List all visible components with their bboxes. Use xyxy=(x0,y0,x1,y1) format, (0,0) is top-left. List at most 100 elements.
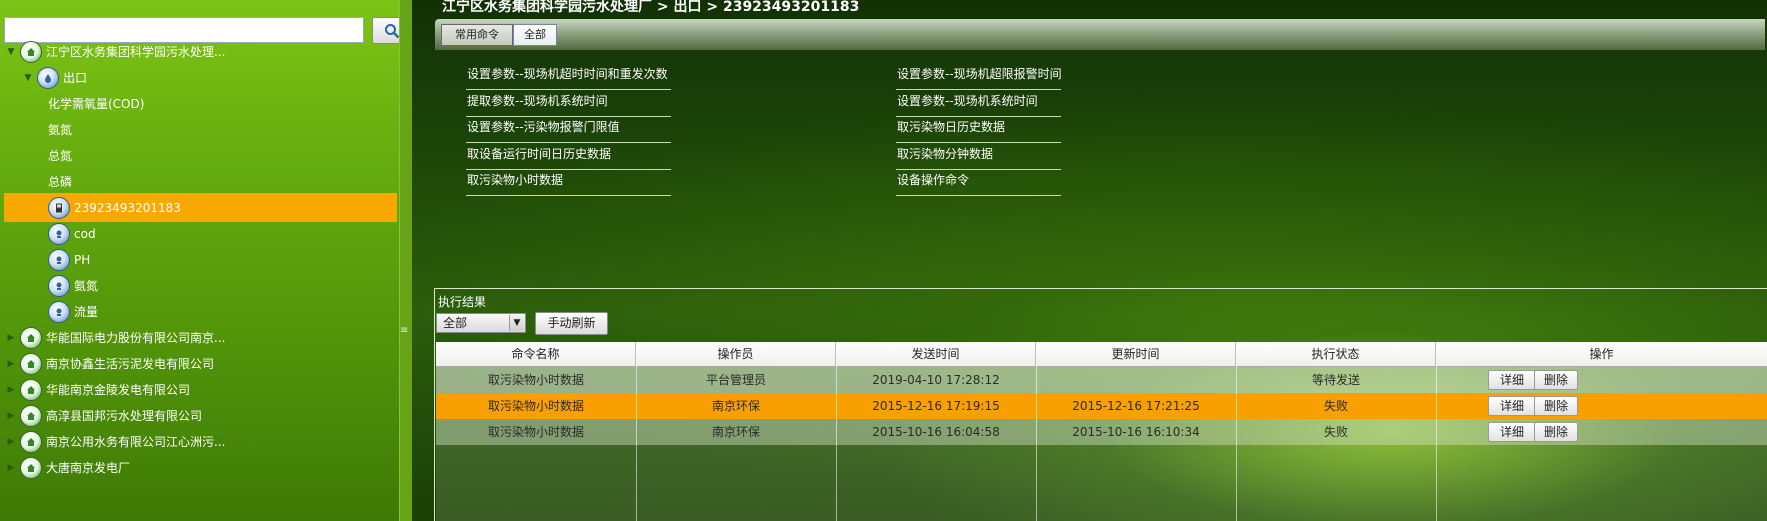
command-link[interactable]: 取设备运行时间日历史数据 xyxy=(466,145,671,170)
sensor-icon xyxy=(48,300,70,323)
column-header[interactable]: 执行状态 xyxy=(1236,342,1436,367)
tree-item-label: 高淳县国邦污水处理有限公司 xyxy=(46,409,203,423)
tab-all[interactable]: 全部 xyxy=(513,24,557,46)
column-divider xyxy=(1036,342,1037,521)
command-link[interactable]: 设置参数--现场机超限报警时间 xyxy=(896,65,1062,90)
command-link[interactable]: 取污染物日历史数据 xyxy=(896,118,1061,143)
tree-item-label: 江宁区水务集团科学园污水处理... xyxy=(46,45,226,59)
dropdown-arrow-icon[interactable]: ▼ xyxy=(509,315,524,331)
tree-item-label: 南京协鑫生活污泥发电有限公司 xyxy=(46,357,215,371)
cell-sent: 2015-10-16 16:04:58 xyxy=(872,425,1000,439)
tree-item-label: 氨氮 xyxy=(74,279,99,293)
house-icon xyxy=(20,352,42,375)
column-header[interactable]: 发送时间 xyxy=(836,342,1036,367)
result-title: 执行结果 xyxy=(438,295,487,309)
cell-name: 取污染物小时数据 xyxy=(487,373,584,387)
tree-item[interactable]: 流量 xyxy=(0,297,400,326)
detail-button[interactable]: 详细 xyxy=(1488,396,1536,416)
tree-item[interactable]: ▶ 高淳县国邦污水处理有限公司 xyxy=(0,401,400,430)
splitter-grip-icon[interactable]: ≡ xyxy=(400,325,408,336)
cell-status: 等待发送 xyxy=(1311,373,1360,387)
results-table: 命令名称 操作员 发送时间 更新时间 执行状态 操作 取污染物小时数据 平台管理员 2019-… xyxy=(436,342,1767,521)
tree-item-label: 大唐南京发电厂 xyxy=(46,461,131,475)
tree-item-label: 总磷 xyxy=(48,175,73,189)
collapse-icon[interactable]: ▼ xyxy=(23,73,33,83)
house-icon xyxy=(20,326,42,349)
tree-item-label: 流量 xyxy=(74,305,99,319)
tree-item[interactable]: 氨氮 xyxy=(0,271,400,300)
tree-item-label: 南京公用水务有限公司江心洲污... xyxy=(46,435,226,449)
outlet-icon xyxy=(37,66,59,89)
delete-button[interactable]: 删除 xyxy=(1534,396,1578,416)
tree-item[interactable]: ▶ 华能南京金陵发电有限公司 xyxy=(0,375,400,404)
result-panel: 执行结果 全部 ▼ 手动刷新 命令名称 操作员 发送时间 更新时间 执行状态 操作 取污染… xyxy=(434,288,1767,521)
command-link[interactable]: 设置参数--污染物报警门限值 xyxy=(466,118,671,143)
tree-item-label: 氨氮 xyxy=(48,123,73,137)
cell-operator: 南京环保 xyxy=(711,399,760,413)
sensor-icon xyxy=(48,248,70,271)
cell-updated: 2015-10-16 16:10:34 xyxy=(1072,425,1200,439)
command-link[interactable]: 设备操作命令 xyxy=(896,171,1061,196)
column-divider xyxy=(636,342,637,521)
command-link[interactable]: 设置参数--现场机系统时间 xyxy=(896,92,1061,117)
status-filter-select[interactable]: 全部 ▼ xyxy=(436,313,526,333)
tree-item[interactable]: 总磷 xyxy=(0,167,400,196)
tree-item[interactable]: cod xyxy=(0,219,400,248)
column-header[interactable]: 命令名称 xyxy=(436,342,636,367)
tree-item[interactable]: ▶ 南京公用水务有限公司江心洲污... xyxy=(0,427,400,456)
tree-item[interactable]: 23923493201183 xyxy=(4,193,397,222)
tree-item[interactable]: PH xyxy=(0,245,400,274)
expand-icon[interactable]: ▶ xyxy=(6,359,16,369)
tree-item-label: 化学需氧量(COD) xyxy=(48,97,145,111)
tree-item[interactable]: ▶ 大唐南京发电厂 xyxy=(0,453,400,482)
detail-button[interactable]: 详细 xyxy=(1488,370,1536,390)
tree-item-label: 总氮 xyxy=(48,149,73,163)
cell-updated xyxy=(1036,367,1236,393)
tab-bar: 常用命令 全部 xyxy=(435,19,1765,50)
command-link[interactable]: 取污染物分钟数据 xyxy=(896,145,1061,170)
cell-status: 失败 xyxy=(1323,425,1348,439)
cell-sent: 2015-12-16 17:19:15 xyxy=(872,399,1000,413)
detail-button[interactable]: 详细 xyxy=(1488,422,1536,442)
collapse-icon[interactable]: ▼ xyxy=(6,47,16,57)
tree-item[interactable]: 氨氮 xyxy=(0,115,400,144)
expand-icon[interactable]: ▶ xyxy=(6,411,16,421)
column-divider xyxy=(1436,342,1437,521)
tree-item[interactable]: 总氮 xyxy=(0,141,400,170)
house-icon xyxy=(20,378,42,401)
house-icon xyxy=(20,40,42,63)
command-link[interactable]: 设置参数--现场机超时时间和重发次数 xyxy=(466,65,671,90)
sensor-icon xyxy=(48,222,70,245)
column-divider xyxy=(1236,342,1237,521)
sidebar-splitter[interactable] xyxy=(399,0,412,521)
sensor-icon xyxy=(48,274,70,297)
expand-icon[interactable]: ▶ xyxy=(6,385,16,395)
column-header[interactable]: 操作 xyxy=(1436,342,1767,367)
expand-icon[interactable]: ▶ xyxy=(6,463,16,473)
cell-status: 失败 xyxy=(1323,399,1348,413)
tree-item[interactable]: ▼ 江宁区水务集团科学园污水处理... xyxy=(0,37,400,66)
tree-item[interactable]: ▶ 南京协鑫生活污泥发电有限公司 xyxy=(0,349,400,378)
tab-common-commands[interactable]: 常用命令 xyxy=(441,24,513,46)
status-filter-value: 全部 xyxy=(443,316,468,330)
manual-refresh-button[interactable]: 手动刷新 xyxy=(535,312,608,335)
column-header[interactable]: 更新时间 xyxy=(1036,342,1236,367)
device-icon xyxy=(48,196,70,219)
command-link[interactable]: 提取参数--现场机系统时间 xyxy=(466,92,671,117)
house-icon xyxy=(20,456,42,479)
cell-updated: 2015-12-16 17:21:25 xyxy=(1072,399,1200,413)
column-header[interactable]: 操作员 xyxy=(636,342,836,367)
tree-item-label: 华能南京金陵发电有限公司 xyxy=(46,383,191,397)
column-divider xyxy=(836,342,837,521)
tree-item[interactable]: ▶ 华能国际电力股份有限公司南京... xyxy=(0,323,400,352)
sidebar: ▼ 江宁区水务集团科学园污水处理... ▼ 出口 化学需氧量(COD) 氨氮 总氮 总磷 239… xyxy=(0,0,412,521)
delete-button[interactable]: 删除 xyxy=(1534,422,1578,442)
tree-item[interactable]: 化学需氧量(COD) xyxy=(0,89,400,118)
tree-item-label: cod xyxy=(74,226,96,241)
expand-icon[interactable]: ▶ xyxy=(6,333,16,343)
expand-icon[interactable]: ▶ xyxy=(6,437,16,447)
tree-item[interactable]: ▼ 出口 xyxy=(0,63,400,92)
tree-item-label: PH xyxy=(74,252,91,267)
command-link[interactable]: 取污染物小时数据 xyxy=(466,171,671,196)
delete-button[interactable]: 删除 xyxy=(1534,370,1578,390)
